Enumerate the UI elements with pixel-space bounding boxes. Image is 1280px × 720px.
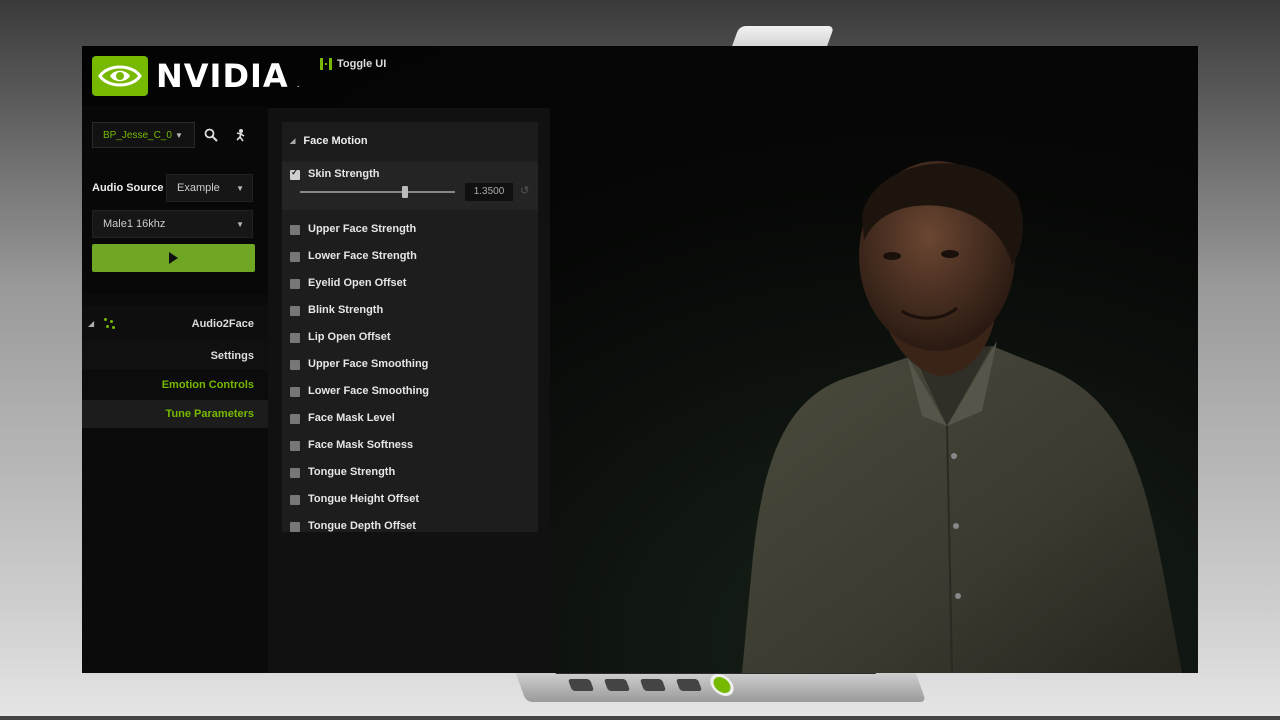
param-label: Face Mask Softness: [308, 439, 414, 451]
param-row: Lip Open Offset: [282, 328, 538, 348]
audio2face-label: Audio2Face: [191, 318, 254, 330]
param-checkbox[interactable]: [290, 414, 300, 424]
param-label: Upper Face Strength: [308, 223, 417, 235]
param-label: Eyelid Open Offset: [308, 277, 407, 289]
digital-human-character: [742, 161, 1182, 673]
brand-name: NVIDIA: [156, 57, 289, 95]
collapse-triangle-icon: ◢: [88, 319, 95, 328]
skin-strength-value[interactable]: 1.3500: [465, 183, 513, 201]
audio-source-label: Audio Source: [92, 182, 164, 194]
param-checkbox[interactable]: [290, 495, 300, 505]
param-checkbox[interactable]: [290, 468, 300, 478]
param-row: Tongue Depth Offset: [282, 517, 538, 537]
skin-strength-row: Skin Strength 1.3500 ↺: [282, 162, 538, 210]
search-icon[interactable]: [202, 126, 220, 144]
audio-file-select[interactable]: Male1 16khz ▼: [92, 210, 253, 238]
audio-file-value: Male1 16khz: [103, 218, 166, 230]
face-motion-header[interactable]: ◢ Face Motion: [282, 122, 538, 160]
audio2face-section-header[interactable]: ◢ Audio2Face: [82, 306, 268, 342]
param-label: Upper Face Smoothing: [308, 358, 429, 370]
status-led: [711, 677, 733, 693]
param-checkbox[interactable]: [290, 333, 300, 343]
param-label: Tongue Height Offset: [308, 493, 420, 505]
param-checkbox[interactable]: [290, 522, 300, 532]
param-label: Face Mask Level: [308, 412, 395, 424]
collapse-triangle-icon: ◢: [290, 138, 296, 145]
param-label: Lower Face Smoothing: [308, 385, 430, 397]
param-checkbox[interactable]: [290, 252, 300, 262]
toggle-ui-label: Toggle UI: [337, 58, 387, 70]
param-checkbox[interactable]: [290, 279, 300, 289]
toggle-icon: [320, 58, 332, 70]
face-motion-title: Face Motion: [303, 135, 368, 147]
top-bar: NVIDIA . Toggle UI: [82, 46, 1198, 106]
play-icon: [169, 252, 178, 264]
chevron-down-icon: ▼: [174, 130, 183, 140]
nav-item-emotion-controls[interactable]: Emotion Controls: [82, 371, 268, 399]
param-row: Face Mask Softness: [282, 436, 538, 456]
param-label: Blink Strength: [308, 304, 384, 316]
param-checkbox[interactable]: [290, 441, 300, 451]
app-screen: NVIDIA . Toggle UI BP_Jesse_C_0 ▼ Audio …: [82, 46, 1198, 673]
play-button[interactable]: [92, 244, 255, 272]
reset-icon[interactable]: ↺: [520, 184, 529, 197]
param-checkbox[interactable]: [290, 306, 300, 316]
audio2face-icon: [104, 318, 116, 330]
param-checkbox[interactable]: [290, 360, 300, 370]
nvidia-logo: NVIDIA .: [92, 56, 299, 96]
chevron-down-icon: ▼: [236, 183, 244, 193]
pick-actor-icon[interactable]: [231, 126, 249, 144]
param-row: Tongue Strength: [282, 463, 538, 483]
chevron-down-icon: ▼: [236, 219, 244, 229]
param-row: Tongue Height Offset: [282, 490, 538, 510]
nav-item-settings[interactable]: Settings: [82, 342, 268, 370]
param-row: Blink Strength: [282, 301, 538, 321]
skin-strength-slider[interactable]: [300, 191, 455, 193]
device-bottom-edge: [513, 668, 927, 702]
blueprint-dropdown[interactable]: BP_Jesse_C_0 ▼: [92, 122, 195, 148]
param-label: Tongue Depth Offset: [308, 520, 416, 532]
param-row: Lower Face Smoothing: [282, 382, 538, 402]
skin-strength-checkbox[interactable]: [290, 167, 300, 180]
param-row: Lower Face Strength: [282, 247, 538, 267]
nvidia-eye-icon: [92, 56, 148, 96]
param-label: Lower Face Strength: [308, 250, 417, 262]
param-label: Tongue Strength: [308, 466, 396, 478]
param-label: Lip Open Offset: [308, 331, 391, 343]
audio-source-select[interactable]: Example ▼: [166, 174, 253, 202]
blueprint-dropdown-value: BP_Jesse_C_0: [103, 129, 172, 141]
nav-item-tune-parameters[interactable]: Tune Parameters: [82, 400, 268, 428]
param-checkbox[interactable]: [290, 387, 300, 397]
skin-strength-label: Skin Strength: [308, 168, 380, 180]
param-checkbox[interactable]: [290, 225, 300, 235]
param-row: Face Mask Level: [282, 409, 538, 429]
param-row: Upper Face Strength: [282, 220, 538, 240]
left-panel: BP_Jesse_C_0 ▼ Audio Source Example ▼ Ma…: [82, 106, 268, 673]
param-row: Eyelid Open Offset: [282, 274, 538, 294]
param-row: Upper Face Smoothing: [282, 355, 538, 375]
toggle-ui-button[interactable]: Toggle UI: [320, 58, 386, 70]
parameters-panel: ◢ Face Motion Skin Strength 1.3500 ↺ Upp…: [268, 108, 550, 673]
face-motion-panel: ◢ Face Motion Skin Strength 1.3500 ↺ Upp…: [282, 122, 538, 532]
skin-strength-slider-handle[interactable]: [402, 186, 409, 198]
audio-source-value: Example: [177, 182, 220, 194]
